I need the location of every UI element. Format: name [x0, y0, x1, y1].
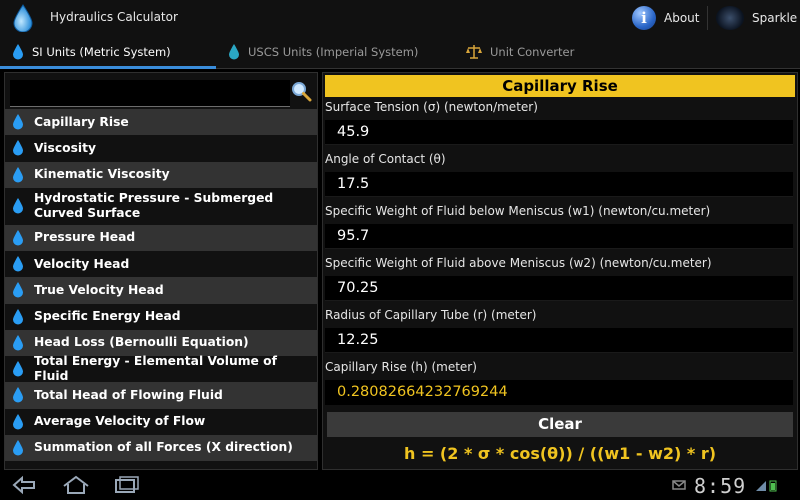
weight-above-label: Specific Weight of Fluid above Meniscus …: [325, 256, 712, 270]
list-item-label: Average Velocity of Flow: [34, 414, 206, 429]
formula-text: h = (2 * σ * cos(θ)) / ((w1 - w2) * r): [403, 444, 717, 463]
list-item[interactable]: Kinematic Viscosity: [5, 161, 317, 188]
list-item[interactable]: Capillary Rise: [5, 109, 317, 136]
list-item-label: Total Head of Flowing Fluid: [34, 387, 223, 402]
list-item[interactable]: Average Velocity of Flow: [5, 408, 317, 435]
formula-list: Capillary Rise Viscosity Kinematic Visco…: [5, 109, 317, 461]
result-label: Capillary Rise (h) (meter): [325, 360, 477, 374]
sparkle-logo-icon: [716, 6, 744, 30]
action-bar: Hydraulics Calculator i About Sparkle: [0, 0, 800, 36]
signal-icon: [756, 481, 766, 491]
list-item[interactable]: Pressure Head: [5, 224, 317, 251]
list-item[interactable]: Viscosity: [5, 135, 317, 162]
water-drop-icon: [13, 361, 23, 377]
tube-radius-label: Radius of Capillary Tube (r) (meter): [325, 308, 537, 322]
angle-of-contact-input[interactable]: [325, 172, 793, 197]
search-input[interactable]: [10, 80, 290, 107]
list-item-label: Pressure Head: [34, 230, 136, 245]
weight-below-label: Specific Weight of Fluid below Meniscus …: [325, 204, 711, 218]
list-item-label: True Velocity Head: [34, 282, 164, 297]
water-drop-icon: [13, 140, 23, 156]
angle-of-contact-label: Angle of Contact (θ): [325, 152, 446, 166]
tab-bar: SI Units (Metric System) USCS Units (Imp…: [0, 36, 800, 69]
list-item-label: Capillary Rise: [34, 114, 129, 129]
notification-icon[interactable]: [672, 478, 686, 492]
list-item[interactable]: Total Head of Flowing Fluid: [5, 382, 317, 409]
home-icon[interactable]: [60, 474, 92, 496]
app-title: Hydraulics Calculator: [50, 10, 178, 24]
tab-unit-converter[interactable]: Unit Converter: [466, 36, 574, 68]
about-label: About: [664, 11, 700, 25]
list-item[interactable]: Hydrostatic Pressure - Submerged Curved …: [5, 187, 317, 225]
back-icon[interactable]: [8, 474, 40, 496]
battery-icon: [769, 480, 777, 492]
active-tab-indicator: [0, 66, 216, 69]
recent-apps-icon[interactable]: [110, 474, 142, 496]
divider: [707, 6, 708, 30]
scale-icon: [466, 45, 482, 59]
sparkle-label: Sparkle: [752, 11, 798, 25]
status-clock: 8:59: [694, 474, 747, 498]
water-drop-icon: [13, 308, 23, 325]
water-drop-icon: [229, 44, 239, 60]
water-drop-icon: [13, 413, 23, 430]
list-item[interactable]: Summation of all Forces (X direction): [5, 434, 317, 461]
weight-below-input[interactable]: [325, 224, 793, 249]
water-drop-icon: [13, 256, 23, 272]
water-drop-icon: [13, 44, 23, 60]
sparkle-button[interactable]: Sparkle: [716, 5, 797, 31]
clear-button[interactable]: Clear: [327, 412, 793, 437]
about-button[interactable]: i About: [632, 5, 699, 31]
status-icons: [756, 480, 777, 492]
list-item[interactable]: True Velocity Head: [5, 277, 317, 304]
calculator-panel: Capillary Rise Surface Tension (σ) (newt…: [322, 72, 798, 470]
list-item-label: Hydrostatic Pressure - Submerged Curved …: [34, 191, 274, 221]
list-item[interactable]: Total Energy - Elemental Volume of Fluid: [5, 354, 317, 384]
formula-list-panel: Capillary Rise Viscosity Kinematic Visco…: [4, 72, 318, 470]
water-drop-icon: [13, 282, 23, 298]
list-item[interactable]: Specific Energy Head: [5, 303, 317, 330]
tab-uscs-units[interactable]: USCS Units (Imperial System): [228, 36, 418, 68]
list-item-label: Velocity Head: [34, 256, 130, 271]
tab-si-units[interactable]: SI Units (Metric System): [12, 36, 171, 68]
calculator-title: Capillary Rise: [325, 75, 795, 97]
tab-label: Unit Converter: [490, 45, 575, 59]
water-drop-icon: [13, 334, 23, 351]
list-item-label: Specific Energy Head: [34, 309, 181, 324]
water-drop-icon: [13, 439, 23, 456]
list-item[interactable]: Head Loss (Bernoulli Equation): [5, 329, 317, 356]
list-item-label: Kinematic Viscosity: [34, 167, 170, 182]
list-item-label: Head Loss (Bernoulli Equation): [34, 335, 249, 350]
info-icon: i: [632, 6, 656, 30]
system-nav-bar: [0, 470, 800, 500]
surface-tension-label: Surface Tension (σ) (newton/meter): [325, 100, 538, 114]
water-drop-icon: [13, 114, 23, 130]
water-drop-icon: [13, 387, 23, 403]
weight-above-input[interactable]: [325, 276, 793, 301]
list-item-label: Summation of all Forces (X direction): [34, 440, 293, 455]
result-value: 0.28082664232769244: [325, 380, 793, 405]
water-drop-icon: [13, 166, 23, 183]
tab-label: SI Units (Metric System): [32, 45, 171, 59]
list-item-label: Viscosity: [34, 140, 97, 155]
search-icon[interactable]: [290, 80, 312, 102]
water-drop-icon: [13, 198, 23, 214]
water-drop-icon: [13, 229, 23, 246]
tube-radius-input[interactable]: [325, 328, 793, 353]
water-drop-app-icon: [13, 4, 33, 32]
list-item-label: Total Energy - Elemental Volume of Fluid: [34, 354, 277, 384]
list-item[interactable]: Velocity Head: [5, 251, 317, 278]
tab-label: USCS Units (Imperial System): [248, 45, 419, 59]
surface-tension-input[interactable]: [325, 120, 793, 145]
